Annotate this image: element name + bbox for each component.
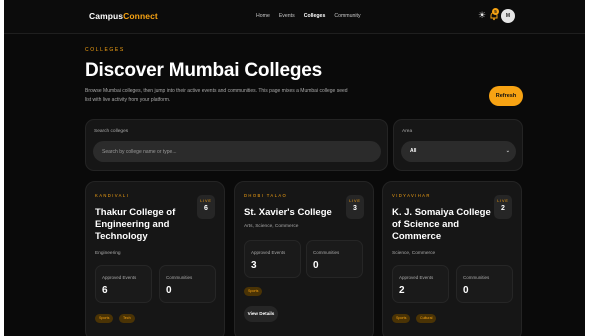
live-count: 6 <box>204 205 208 212</box>
app-window: CampusConnect Home Events Colleges Commu… <box>4 0 585 336</box>
nav-link-community[interactable]: Community <box>334 13 360 19</box>
area-select[interactable]: All ⌄ <box>401 141 516 162</box>
page-description: Browse Mumbai colleges, then jump into t… <box>85 88 348 103</box>
search-label: Search colleges <box>94 129 129 134</box>
college-type: Engineering <box>95 251 121 256</box>
approved-events-value: 6 <box>102 285 108 296</box>
college-area: VIDYAVIHAR <box>392 193 431 198</box>
nav-link-events[interactable]: Events <box>279 13 295 19</box>
nav-link-colleges[interactable]: Colleges <box>304 13 326 19</box>
approved-events-value: 2 <box>399 285 405 296</box>
communities-label: Communities <box>166 275 193 280</box>
sun-icon[interactable]: ☀ <box>478 10 486 21</box>
search-panel: Search colleges <box>85 119 388 171</box>
nav-links: Home Events Colleges Community <box>256 13 361 19</box>
approved-events-stat: Approved Events 2 <box>392 265 449 303</box>
tag-cultural: Cultural <box>416 314 437 323</box>
tag-tech: Tech <box>119 314 135 323</box>
college-card[interactable]: KANDIVALI Thakur College of Engineering … <box>85 181 225 336</box>
nav-link-home[interactable]: Home <box>256 13 270 19</box>
communities-value: 0 <box>166 285 172 296</box>
live-count: 2 <box>501 205 505 212</box>
approved-events-value: 3 <box>251 260 257 271</box>
page-title: Discover Mumbai Colleges <box>85 60 322 81</box>
communities-value: 0 <box>313 260 319 271</box>
view-details-button[interactable]: View Details <box>244 306 278 322</box>
approved-events-label: Approved Events <box>251 250 286 255</box>
live-count: 3 <box>353 205 357 212</box>
college-name: Thakur College of Engineering and Techno… <box>95 207 176 242</box>
approved-events-stat: Approved Events 3 <box>244 240 301 278</box>
communities-stat: Communities 0 <box>306 240 363 278</box>
college-card[interactable]: VIDYAVIHAR K. J. Somaiya College of Scie… <box>382 181 522 336</box>
live-indicator: LIVE 6 <box>197 195 215 219</box>
approved-events-stat: Approved Events 6 <box>95 265 152 303</box>
communities-value: 0 <box>463 285 469 296</box>
college-card[interactable]: DHOBI TALAO St. Xavier's College Arts, S… <box>234 181 374 336</box>
tag-sports: Sports <box>95 314 114 323</box>
tag-sports: Sports <box>392 314 411 323</box>
brand-logo[interactable]: CampusConnect <box>89 11 158 21</box>
approved-events-label: Approved Events <box>399 275 434 280</box>
area-filter-panel: Area All ⌄ <box>393 119 523 171</box>
college-type: Science, Commerce <box>392 251 436 256</box>
live-label: LIVE <box>497 199 509 203</box>
live-label: LIVE <box>349 199 361 203</box>
college-name: K. J. Somaiya College of Science and Com… <box>392 207 491 242</box>
college-type: Arts, Science, Commerce <box>244 224 299 229</box>
college-area: DHOBI TALAO <box>244 193 288 198</box>
communities-stat: Communities 0 <box>456 265 513 303</box>
live-indicator: LIVE 3 <box>346 195 364 219</box>
notification-badge: 5 <box>492 8 499 15</box>
approved-events-label: Approved Events <box>102 275 137 280</box>
brand-name-part2: Connect <box>123 11 158 21</box>
communities-label: Communities <box>313 250 340 255</box>
user-avatar[interactable]: M <box>501 9 515 23</box>
area-label: Area <box>402 129 413 134</box>
live-label: LIVE <box>200 199 212 203</box>
brand-name-part1: Campus <box>89 11 124 21</box>
live-indicator: LIVE 2 <box>494 195 512 219</box>
search-input[interactable] <box>93 141 381 162</box>
refresh-button[interactable]: Refresh <box>489 86 523 106</box>
tag-sports: Sports <box>244 287 263 296</box>
college-name: St. Xavier's College <box>244 207 332 218</box>
college-area: KANDIVALI <box>95 193 130 198</box>
communities-label: Communities <box>463 275 490 280</box>
page-eyebrow: COLLEGES <box>85 47 125 53</box>
chevron-down-icon: ⌄ <box>505 148 510 154</box>
area-select-value: All <box>410 148 417 154</box>
top-navbar: CampusConnect Home Events Colleges Commu… <box>4 0 585 34</box>
communities-stat: Communities 0 <box>159 265 216 303</box>
